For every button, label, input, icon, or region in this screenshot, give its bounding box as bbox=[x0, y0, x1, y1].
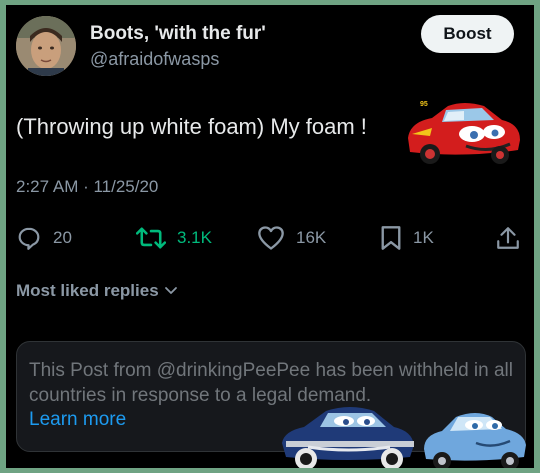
chevron-down-icon bbox=[159, 281, 178, 301]
retweet-button[interactable]: 3.1K bbox=[136, 224, 212, 252]
post-timestamp[interactable]: 2:27 AM · 11/25/20 bbox=[16, 177, 158, 197]
reply-count: 20 bbox=[53, 228, 72, 247]
share-icon bbox=[496, 225, 520, 251]
tweet-card: Boots, 'with the fur' @afraidofwasps Boo… bbox=[6, 5, 534, 468]
reply-button[interactable]: 20 bbox=[16, 224, 72, 252]
doc-hudson-and-sally-image bbox=[278, 399, 528, 468]
boost-button[interactable]: Boost bbox=[421, 15, 514, 53]
bookmark-count: 1K bbox=[413, 228, 434, 247]
lightning-mcqueen-image: 95 bbox=[402, 98, 524, 173]
retweet-count: 3.1K bbox=[177, 228, 212, 247]
reply-sort-dropdown[interactable]: Most liked replies bbox=[16, 281, 178, 301]
like-icon bbox=[257, 225, 285, 251]
post-text: (Throwing up white foam) My foam ! bbox=[16, 114, 367, 139]
share-button[interactable] bbox=[496, 224, 520, 252]
display-name[interactable]: Boots, 'with the fur' bbox=[90, 23, 266, 45]
reply-icon bbox=[16, 225, 42, 251]
reply-sort-label: Most liked replies bbox=[16, 281, 159, 300]
like-count: 16K bbox=[296, 228, 327, 247]
bookmark-icon bbox=[380, 225, 402, 251]
svg-text:95: 95 bbox=[420, 101, 428, 108]
user-handle[interactable]: @afraidofwasps bbox=[90, 49, 219, 70]
learn-more-link[interactable]: Learn more bbox=[29, 409, 126, 431]
avatar[interactable] bbox=[16, 16, 76, 76]
like-button[interactable]: 16K bbox=[257, 224, 326, 252]
bookmark-button[interactable]: 1K bbox=[380, 224, 434, 252]
retweet-icon bbox=[136, 225, 166, 251]
